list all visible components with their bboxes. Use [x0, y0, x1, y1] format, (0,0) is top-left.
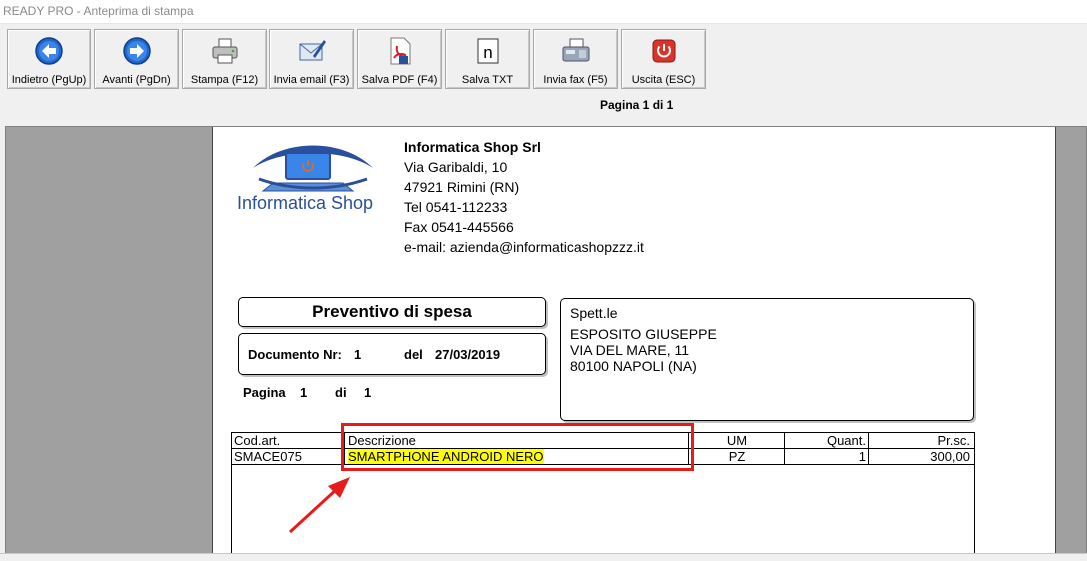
- recipient-box: Spett.le ESPOSITO GIUSEPPE VIA DEL MARE,…: [560, 298, 974, 421]
- annotation-arrow-icon: [288, 477, 350, 534]
- column-divider: [784, 433, 785, 464]
- document-number-box: Documento Nr: 1 del 27/03/2019: [238, 333, 546, 375]
- company-city: 47921 Rimini (RN): [404, 179, 520, 195]
- company-info: Informatica Shop Srl Via Garibaldi, 10 4…: [404, 137, 644, 257]
- preview-viewer[interactable]: Informatica Shop Informatica Shop Srl Vi…: [5, 126, 1087, 556]
- recipient-label: Spett.le: [570, 305, 618, 321]
- save-txt-button-label: Salva TXT: [461, 74, 514, 86]
- page-total: 1: [364, 385, 372, 400]
- cell-um: PZ: [728, 449, 746, 464]
- print-button-label: Stampa (F12): [190, 74, 259, 86]
- document-date: 27/03/2019: [435, 347, 501, 362]
- save-txt-button[interactable]: n Salva TXT: [445, 29, 530, 89]
- forward-button-label: Avanti (PgDn): [102, 74, 171, 86]
- page-of-label: di: [335, 385, 347, 400]
- printer-icon: [212, 38, 237, 64]
- header-prsc: Pr.sc.: [937, 433, 970, 448]
- annotation-highlight-box: [341, 423, 694, 471]
- company-tel: Tel 0541-112233: [404, 199, 508, 215]
- logo-text: Informatica Shop: [237, 193, 374, 213]
- header-um: UM: [726, 433, 748, 448]
- cell-prsc: 300,00: [930, 449, 970, 464]
- back-button[interactable]: Indietro (PgUp): [7, 29, 91, 89]
- company-name: Informatica Shop Srl: [404, 139, 541, 155]
- window-titlebar: READY PRO - Anteprima di stampa: [0, 0, 1087, 24]
- document-title: Preventivo di spesa: [238, 297, 546, 327]
- send-email-button[interactable]: Invia email (F3): [269, 29, 354, 89]
- window-title: READY PRO - Anteprima di stampa: [3, 4, 194, 18]
- save-pdf-button[interactable]: Salva PDF (F4): [357, 29, 442, 89]
- exit-button-label: Uscita (ESC): [631, 74, 696, 86]
- toolbar: Indietro (PgUp) Avanti (PgDn) Stampa (F1…: [0, 24, 1087, 120]
- document-number-label: Documento Nr:: [248, 347, 342, 362]
- save-pdf-button-label: Salva PDF (F4): [361, 74, 438, 86]
- email-icon: [299, 40, 326, 61]
- arrow-left-icon: [35, 37, 63, 65]
- column-divider: [868, 433, 869, 464]
- print-button[interactable]: Stampa (F12): [182, 29, 267, 89]
- company-fax: Fax 0541-445566: [404, 219, 514, 235]
- forward-button[interactable]: Avanti (PgDn): [94, 29, 179, 89]
- cell-cod-art: SMACE075: [234, 449, 302, 464]
- header-quant: Quant.: [826, 433, 866, 448]
- recipient-address: VIA DEL MARE, 11: [570, 342, 690, 358]
- page-label: Pagina: [243, 385, 286, 400]
- send-email-button-label: Invia email (F3): [273, 74, 350, 86]
- fax-icon: [562, 38, 589, 62]
- page-number: 1: [300, 385, 308, 400]
- cell-quant: 1: [858, 449, 866, 464]
- send-fax-button[interactable]: Invia fax (F5): [533, 29, 618, 89]
- exit-icon: [652, 39, 675, 63]
- txt-icon: n: [477, 38, 498, 64]
- pdf-icon: [390, 37, 410, 65]
- send-fax-button-label: Invia fax (F5): [543, 74, 608, 86]
- company-email: e-mail: azienda@informaticashopzzz.it: [404, 239, 644, 255]
- recipient-name: ESPOSITO GIUSEPPE: [570, 326, 717, 342]
- back-button-label: Indietro (PgUp): [11, 74, 87, 86]
- recipient-city: 80100 NAPOLI (NA): [570, 358, 697, 374]
- arrow-right-icon: [122, 37, 151, 65]
- company-address: Via Garibaldi, 10: [404, 159, 508, 175]
- exit-button[interactable]: Uscita (ESC): [621, 29, 706, 89]
- document-number: 1: [354, 347, 362, 362]
- header-cod-art: Cod.art.: [234, 433, 281, 448]
- page-counter: Pagina 1 di 1: [600, 98, 674, 112]
- document-date-label: del: [404, 347, 423, 362]
- txt-icon-glyph: n: [483, 43, 492, 62]
- status-strip: [0, 553, 1087, 561]
